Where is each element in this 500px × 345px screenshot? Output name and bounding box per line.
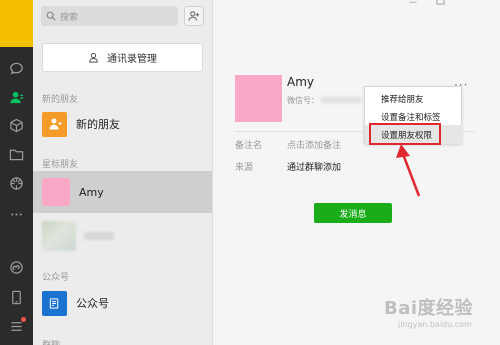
menu-icon[interactable] <box>8 317 26 335</box>
more-apps-icon[interactable] <box>8 206 25 223</box>
favorites-icon[interactable] <box>8 117 25 134</box>
notification-dot <box>21 317 26 322</box>
moments-icon[interactable] <box>8 175 25 192</box>
wechat-id-label: 微信号： <box>287 96 319 105</box>
watermark-url: jingyan.baidu.com <box>398 320 472 329</box>
amy-avatar <box>42 178 70 206</box>
search-icon <box>46 11 56 21</box>
new-friends-icon <box>42 111 67 137</box>
remark-label: 备注名 <box>235 141 263 151</box>
source-label: 来源 <box>235 163 254 173</box>
chat-icon[interactable] <box>8 60 25 77</box>
contacts-manage-label: 通讯录管理 <box>107 54 157 65</box>
list-item-blurred-contact[interactable] <box>33 216 212 256</box>
remark-value[interactable]: 点击添加备注 <box>287 138 341 151</box>
profile-avatar[interactable] <box>235 75 282 122</box>
list-item-amy[interactable]: Amy <box>33 171 212 213</box>
list-item-label: Amy <box>79 185 104 199</box>
add-contact-button[interactable] <box>184 6 204 26</box>
folder-icon[interactable] <box>8 146 25 163</box>
official-accounts-icon <box>42 290 67 316</box>
phone-icon[interactable] <box>8 289 25 306</box>
maximize-button[interactable] <box>436 0 446 6</box>
list-item-new-friends[interactable]: 新的朋友 <box>33 109 212 139</box>
menu-item-recommend[interactable]: 推荐给朋友 <box>365 89 463 108</box>
section-header-new-friends: 新的朋友 <box>42 95 79 105</box>
nav-rail <box>0 0 33 345</box>
section-header-starred: 星标朋友 <box>42 160 79 170</box>
contacts-panel: 搜索 通讯录管理 新的朋友 新的朋友 星标朋友 Amy 公众号 公众号 群聊 <box>33 0 213 345</box>
section-header-official: 公众号 <box>42 273 70 283</box>
minimize-button[interactable]: － <box>408 0 418 9</box>
watermark-logo: Bai度经验 <box>384 298 474 319</box>
annotation-arrow <box>396 144 421 197</box>
contacts-manage-icon <box>89 52 98 63</box>
blurred-avatar <box>42 221 76 251</box>
list-item-label: 公众号 <box>76 297 109 310</box>
list-item-official-accounts[interactable]: 公众号 <box>33 287 212 319</box>
source-value: 通过群聊添加 <box>287 163 342 173</box>
list-item-label: 新的朋友 <box>76 118 120 131</box>
mini-program-icon[interactable] <box>8 259 25 276</box>
watermark: Bai度经验 jingyan.baidu.com <box>384 294 494 342</box>
wechat-id-value <box>321 97 361 103</box>
contacts-manage-button[interactable]: 通讯录管理 <box>42 43 203 72</box>
search-box[interactable]: 搜索 <box>41 6 178 26</box>
profile-name: Amy <box>287 75 314 89</box>
section-header-groups: 群聊 <box>42 338 60 345</box>
search-placeholder: 搜索 <box>60 12 79 23</box>
blurred-name <box>84 232 114 240</box>
add-user-icon <box>188 11 200 21</box>
user-avatar[interactable] <box>0 0 33 47</box>
contacts-icon[interactable] <box>8 89 25 106</box>
send-message-button[interactable]: 发消息 <box>314 203 392 223</box>
